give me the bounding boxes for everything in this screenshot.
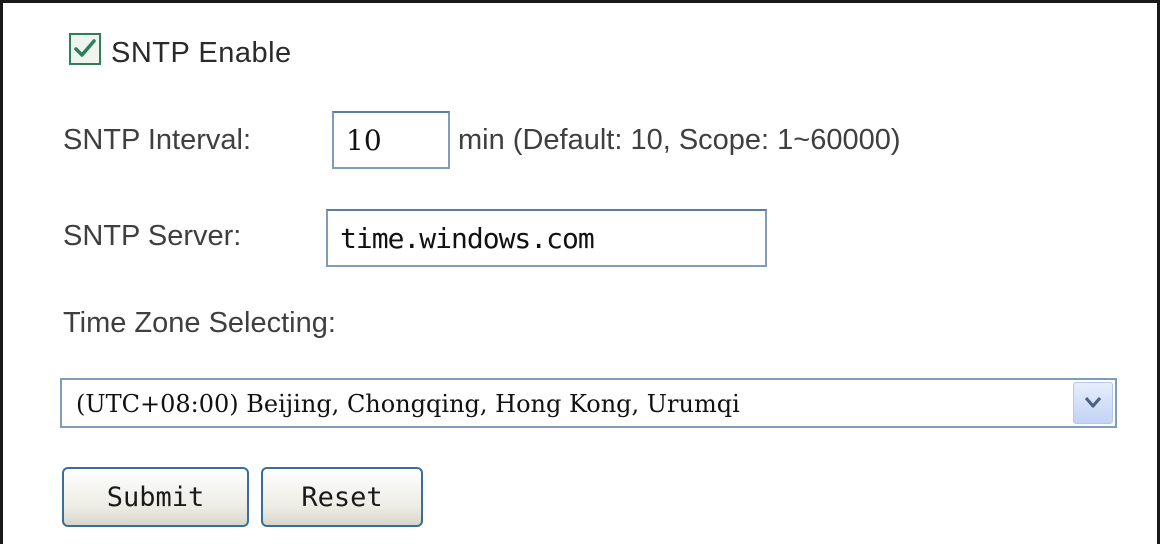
sntp-settings-panel: SNTP Enable SNTP Interval: min (Default:…: [0, 0, 1160, 544]
time-zone-select[interactable]: (UTC+08:00) Beijing, Chongqing, Hong Kon…: [60, 378, 1117, 428]
sntp-server-input[interactable]: [326, 209, 767, 267]
sntp-server-label: SNTP Server:: [63, 220, 242, 252]
checkmark-icon: [74, 39, 96, 57]
submit-button[interactable]: Submit: [62, 467, 249, 527]
sntp-interval-hint: min (Default: 10, Scope: 1~60000): [458, 124, 901, 156]
sntp-interval-label: SNTP Interval:: [63, 124, 252, 156]
chevron-down-icon: [1084, 396, 1102, 408]
sntp-interval-input[interactable]: [332, 111, 450, 169]
time-zone-label: Time Zone Selecting:: [63, 307, 336, 339]
time-zone-selected-value: (UTC+08:00) Beijing, Chongqing, Hong Kon…: [76, 390, 740, 418]
sntp-enable-checkbox[interactable]: [69, 33, 101, 65]
sntp-enable-label: SNTP Enable: [111, 37, 292, 69]
time-zone-dropdown-button[interactable]: [1073, 382, 1113, 424]
reset-button[interactable]: Reset: [261, 467, 423, 527]
